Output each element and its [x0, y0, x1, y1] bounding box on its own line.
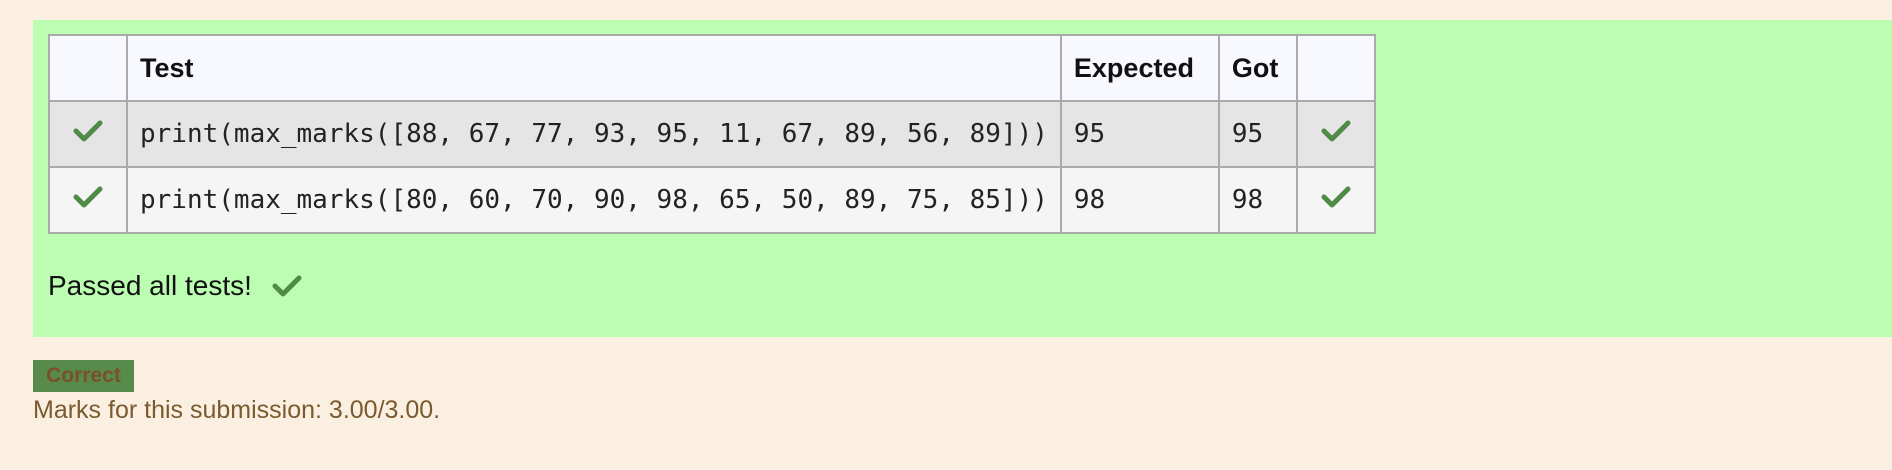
header-test: Test [126, 34, 1062, 102]
table-row: print(max_marks([88, 67, 77, 93, 95, 11,… [48, 100, 1376, 168]
check-mark-icon [1321, 120, 1351, 141]
passed-all-tests-message: Passed all tests! [48, 270, 302, 302]
test-results-panel: Test Expected Got print(max_marks([88, 6… [33, 20, 1892, 337]
row-status-right [1295, 100, 1376, 168]
table-header-row: Test Expected Got [48, 34, 1376, 102]
passed-all-tests-text: Passed all tests! [48, 270, 252, 301]
row-expected: 95 [1059, 100, 1220, 168]
correct-badge: Correct [33, 360, 134, 392]
table-row: print(max_marks([80, 60, 70, 90, 98, 65,… [48, 166, 1376, 234]
header-status-left [48, 34, 128, 102]
row-got: 98 [1217, 166, 1298, 234]
row-status-left [48, 100, 128, 168]
header-status-right [1295, 34, 1376, 102]
row-test-code: print(max_marks([80, 60, 70, 90, 98, 65,… [126, 166, 1062, 234]
check-mark-icon [272, 275, 302, 297]
header-got: Got [1217, 34, 1298, 102]
test-results-table: Test Expected Got print(max_marks([88, 6… [48, 34, 1376, 234]
row-expected: 98 [1059, 166, 1220, 234]
check-mark-icon [73, 186, 103, 207]
check-mark-icon [73, 120, 103, 141]
check-mark-icon [1321, 186, 1351, 207]
row-got: 95 [1217, 100, 1298, 168]
row-test-code: print(max_marks([88, 67, 77, 93, 95, 11,… [126, 100, 1062, 168]
marks-for-submission: Marks for this submission: 3.00/3.00. [33, 396, 441, 424]
row-status-left [48, 166, 128, 234]
header-expected: Expected [1059, 34, 1220, 102]
row-status-right [1295, 166, 1376, 234]
